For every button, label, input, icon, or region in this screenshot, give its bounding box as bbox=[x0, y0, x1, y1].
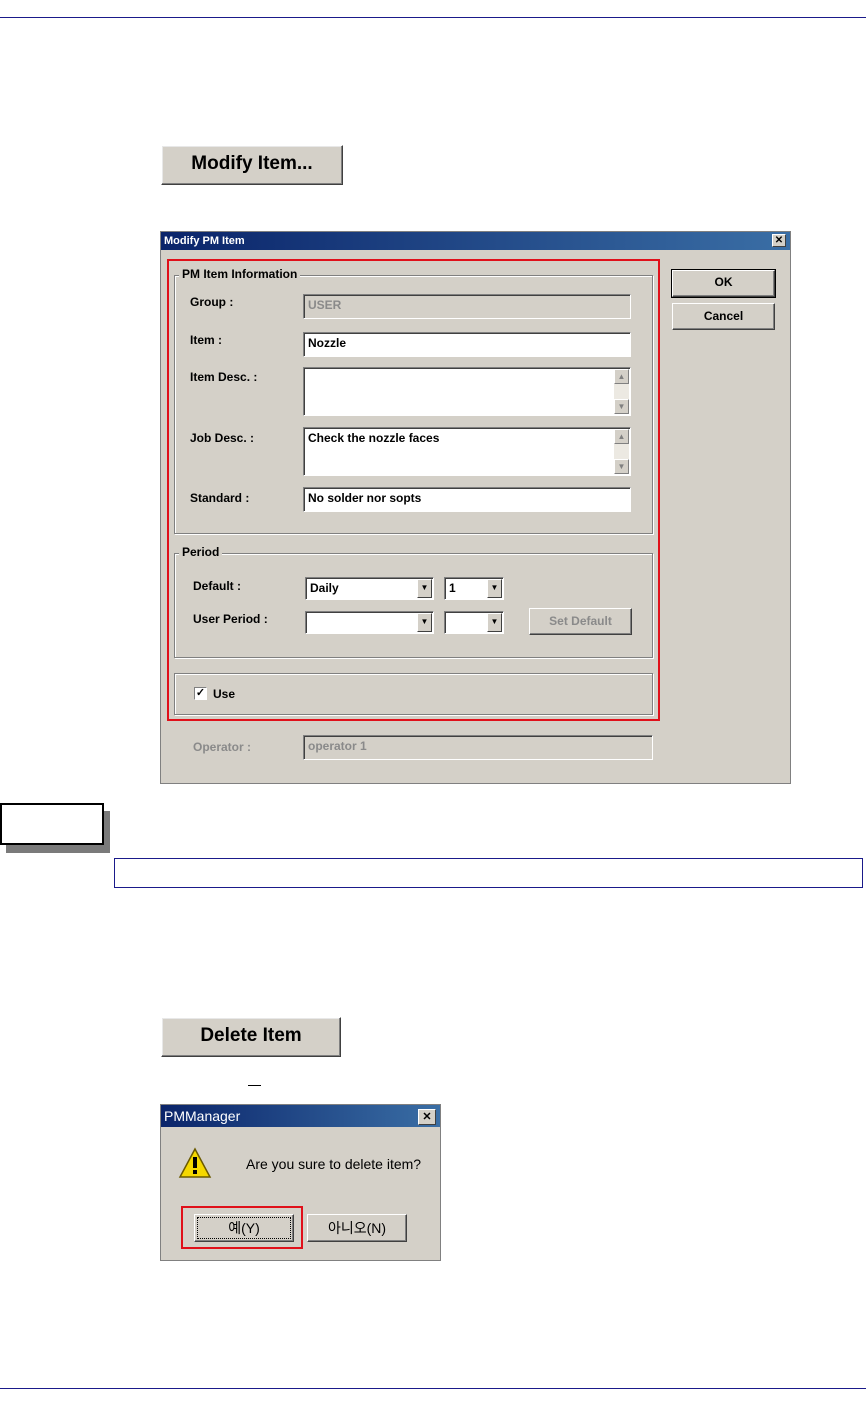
section-bar bbox=[114, 858, 863, 888]
delete-item-button[interactable]: Delete Item bbox=[161, 1017, 341, 1057]
modify-pm-item-dialog: Modify PM Item ✕ PM Item Information Gro… bbox=[160, 231, 791, 784]
dialog-titlebar: Modify PM Item ✕ bbox=[161, 232, 790, 250]
no-button[interactable]: 아니오(N) bbox=[307, 1214, 407, 1242]
note-box bbox=[0, 803, 104, 845]
confirm-message: Are you sure to delete item? bbox=[246, 1156, 422, 1172]
yes-highlight-frame bbox=[181, 1206, 303, 1249]
highlight-frame bbox=[167, 259, 660, 721]
bottom-rule bbox=[0, 1388, 866, 1389]
operator-label: Operator : bbox=[193, 740, 252, 754]
underline-mark bbox=[248, 1085, 261, 1086]
close-icon[interactable]: ✕ bbox=[418, 1109, 436, 1125]
warning-icon bbox=[178, 1147, 212, 1178]
confirm-title: PMManager bbox=[164, 1108, 241, 1124]
confirm-titlebar: PMManager ✕ bbox=[161, 1105, 440, 1127]
pmmanager-dialog: PMManager ✕ Are you sure to delete item?… bbox=[160, 1104, 441, 1261]
operator-field: operator 1 bbox=[303, 735, 653, 760]
modify-item-button[interactable]: Modify Item... bbox=[161, 145, 343, 185]
top-rule bbox=[0, 17, 866, 18]
dialog-title: Modify PM Item bbox=[164, 235, 245, 247]
close-icon[interactable]: ✕ bbox=[772, 234, 786, 247]
ok-button[interactable]: OK bbox=[671, 269, 776, 298]
cancel-button[interactable]: Cancel bbox=[672, 303, 775, 330]
